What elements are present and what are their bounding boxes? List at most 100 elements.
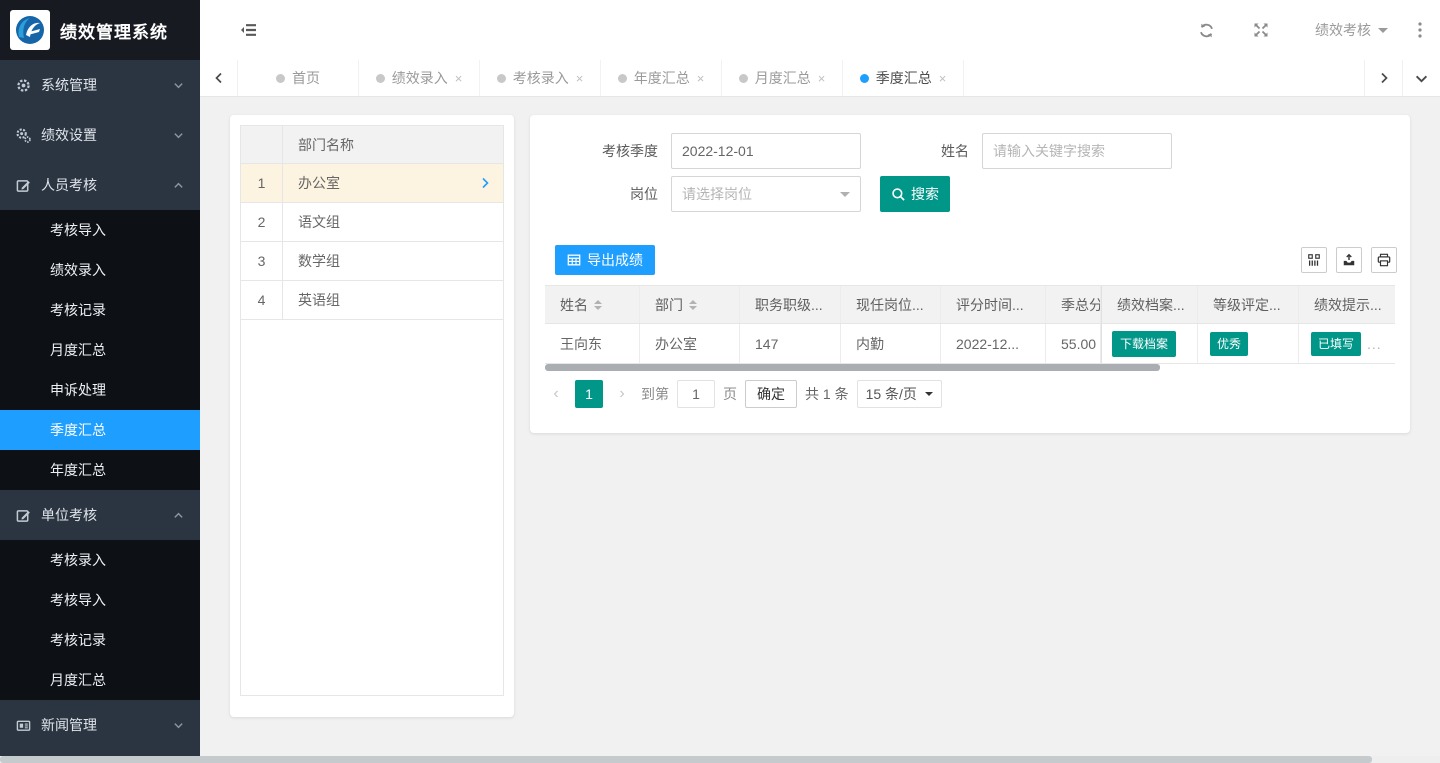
tabbar-spacer [964, 60, 1364, 96]
gear-icon [16, 78, 31, 93]
goto-label: 到第 [641, 384, 669, 404]
sort-icon[interactable] [689, 300, 697, 310]
search-button[interactable]: 搜索 [880, 176, 950, 212]
sidebar-item-system-management[interactable]: 系统管理 [0, 60, 200, 110]
cell-rank: 147 [740, 324, 841, 363]
cell-quarter-score: 55.00 [1046, 324, 1101, 363]
refresh-icon[interactable] [1198, 22, 1215, 39]
close-icon[interactable]: × [576, 71, 584, 86]
tabs-scroll-right-button[interactable] [1364, 60, 1402, 96]
user-menu-label: 绩效考核 [1315, 20, 1371, 40]
sidebar-item-news-management[interactable]: 新闻管理 [0, 700, 200, 750]
post-label: 岗位 [545, 184, 658, 204]
user-menu[interactable]: 绩效考核 [1315, 20, 1388, 40]
edit-icon [16, 178, 31, 193]
download-archive-button[interactable]: 下载档案 [1112, 331, 1176, 357]
row-index: 1 [241, 164, 283, 202]
sidebar-item-unit-assessment-entry[interactable]: 考核录入 [0, 540, 200, 580]
tab-performance-entry[interactable]: 绩效录入 × [359, 60, 480, 96]
window-horizontal-scrollbar-thumb[interactable] [0, 756, 1372, 763]
department-row-chinese-group[interactable]: 2 语文组 [241, 203, 503, 242]
tabs-menu-button[interactable] [1402, 60, 1440, 96]
close-icon[interactable]: × [939, 71, 947, 86]
goto-page-input[interactable] [677, 380, 715, 408]
columns-filter-icon[interactable] [1301, 247, 1327, 273]
sidebar-item-appeal-handling[interactable]: 申诉处理 [0, 370, 200, 410]
tab-assessment-entry[interactable]: 考核录入 × [480, 60, 601, 96]
close-icon[interactable]: × [697, 71, 705, 86]
chevron-down-icon [925, 392, 933, 400]
department-row-office[interactable]: 1 办公室 [241, 164, 503, 203]
column-label: 等级评定... [1213, 295, 1281, 315]
close-icon[interactable]: × [455, 71, 463, 86]
sidebar-item-assessment-import[interactable]: 考核导入 [0, 210, 200, 250]
sidebar-item-label: 考核导入 [50, 590, 106, 610]
current-page-button[interactable]: 1 [575, 380, 603, 408]
column-label: 季总分 [1061, 295, 1101, 315]
chevron-down-icon [173, 80, 184, 91]
window-horizontal-scrollbar-track[interactable] [0, 756, 1440, 763]
post-select[interactable]: 请选择岗位 [671, 176, 861, 212]
column-label: 现任岗位... [856, 295, 924, 315]
department-table-header: 部门名称 [241, 126, 503, 164]
department-name: 数学组 [283, 251, 503, 271]
sidebar-item-quarterly-summary[interactable]: 季度汇总 [0, 410, 200, 450]
quarter-input[interactable] [671, 133, 861, 169]
sidebar-item-personnel-assessment[interactable]: 人员考核 [0, 160, 200, 210]
sidebar-item-label: 考核记录 [50, 300, 106, 320]
sidebar-item-label: 绩效录入 [50, 260, 106, 280]
confirm-page-button[interactable]: 确定 [745, 380, 797, 408]
sidebar-item-label: 新闻管理 [41, 715, 97, 735]
cell-current-post: 内勤 [841, 324, 941, 363]
cell-score-time: 2022-12... [941, 324, 1046, 363]
hint-badge: 已填写 [1311, 332, 1361, 356]
chevron-down-icon [1378, 28, 1388, 38]
prev-page-button[interactable]: ‹ [545, 385, 567, 403]
sidebar-item-monthly-summary[interactable]: 月度汇总 [0, 330, 200, 370]
sidebar-item-unit-assessment-records[interactable]: 考核记录 [0, 620, 200, 660]
name-search-input[interactable] [982, 133, 1172, 169]
column-label: 部门 [655, 295, 683, 315]
tabs-scroll-left-button[interactable] [200, 60, 238, 96]
sort-icon[interactable] [594, 300, 602, 310]
vertical-dots-icon[interactable] [1418, 22, 1422, 38]
tab-label: 季度汇总 [876, 68, 932, 88]
index-column-header [241, 126, 283, 163]
column-header-score-time: 评分时间... [941, 286, 1046, 323]
table-horizontal-scrollbar[interactable] [545, 364, 1160, 371]
collapse-menu-icon[interactable] [240, 22, 258, 38]
next-page-button[interactable]: › [611, 385, 633, 403]
app-title: 绩效管理系统 [60, 18, 168, 43]
close-icon[interactable]: × [818, 71, 826, 86]
sidebar-item-label: 月度汇总 [50, 340, 106, 360]
fullscreen-icon[interactable] [1253, 22, 1269, 38]
sidebar-item-assessment-records[interactable]: 考核记录 [0, 290, 200, 330]
sidebar-item-annual-summary[interactable]: 年度汇总 [0, 450, 200, 490]
chevron-down-icon [840, 192, 850, 202]
department-name: 语文组 [283, 212, 503, 232]
export-icon[interactable] [1336, 247, 1362, 273]
sidebar-item-performance-settings[interactable]: 绩效设置 [0, 110, 200, 160]
sidebar-item-unit-assessment-import[interactable]: 考核导入 [0, 580, 200, 620]
quarter-field-group: 考核季度 [545, 133, 861, 169]
tab-monthly-summary[interactable]: 月度汇总 × [722, 60, 843, 96]
print-icon[interactable] [1371, 247, 1397, 273]
column-label: 职务职级... [755, 295, 823, 315]
column-label: 评分时间... [956, 295, 1024, 315]
department-row-math-group[interactable]: 3 数学组 [241, 242, 503, 281]
export-scores-button[interactable]: 导出成绩 [555, 245, 655, 275]
column-header-department[interactable]: 部门 [640, 286, 740, 323]
topbar-actions: 绩效考核 [1198, 20, 1440, 40]
tab-home[interactable]: 首页 [238, 60, 359, 96]
department-row-english-group[interactable]: 4 英语组 [241, 281, 503, 320]
page-size-select[interactable]: 15 条/页 [857, 380, 942, 408]
tab-annual-summary[interactable]: 年度汇总 × [601, 60, 722, 96]
column-header-name[interactable]: 姓名 [545, 286, 640, 323]
cell-department: 办公室 [640, 324, 740, 363]
table-tools [1301, 247, 1397, 273]
sidebar-item-unit-monthly-summary[interactable]: 月度汇总 [0, 660, 200, 700]
sidebar-item-performance-entry[interactable]: 绩效录入 [0, 250, 200, 290]
tab-label: 首页 [292, 68, 320, 88]
tab-quarterly-summary[interactable]: 季度汇总 × [843, 60, 964, 96]
sidebar-item-unit-assessment[interactable]: 单位考核 [0, 490, 200, 540]
